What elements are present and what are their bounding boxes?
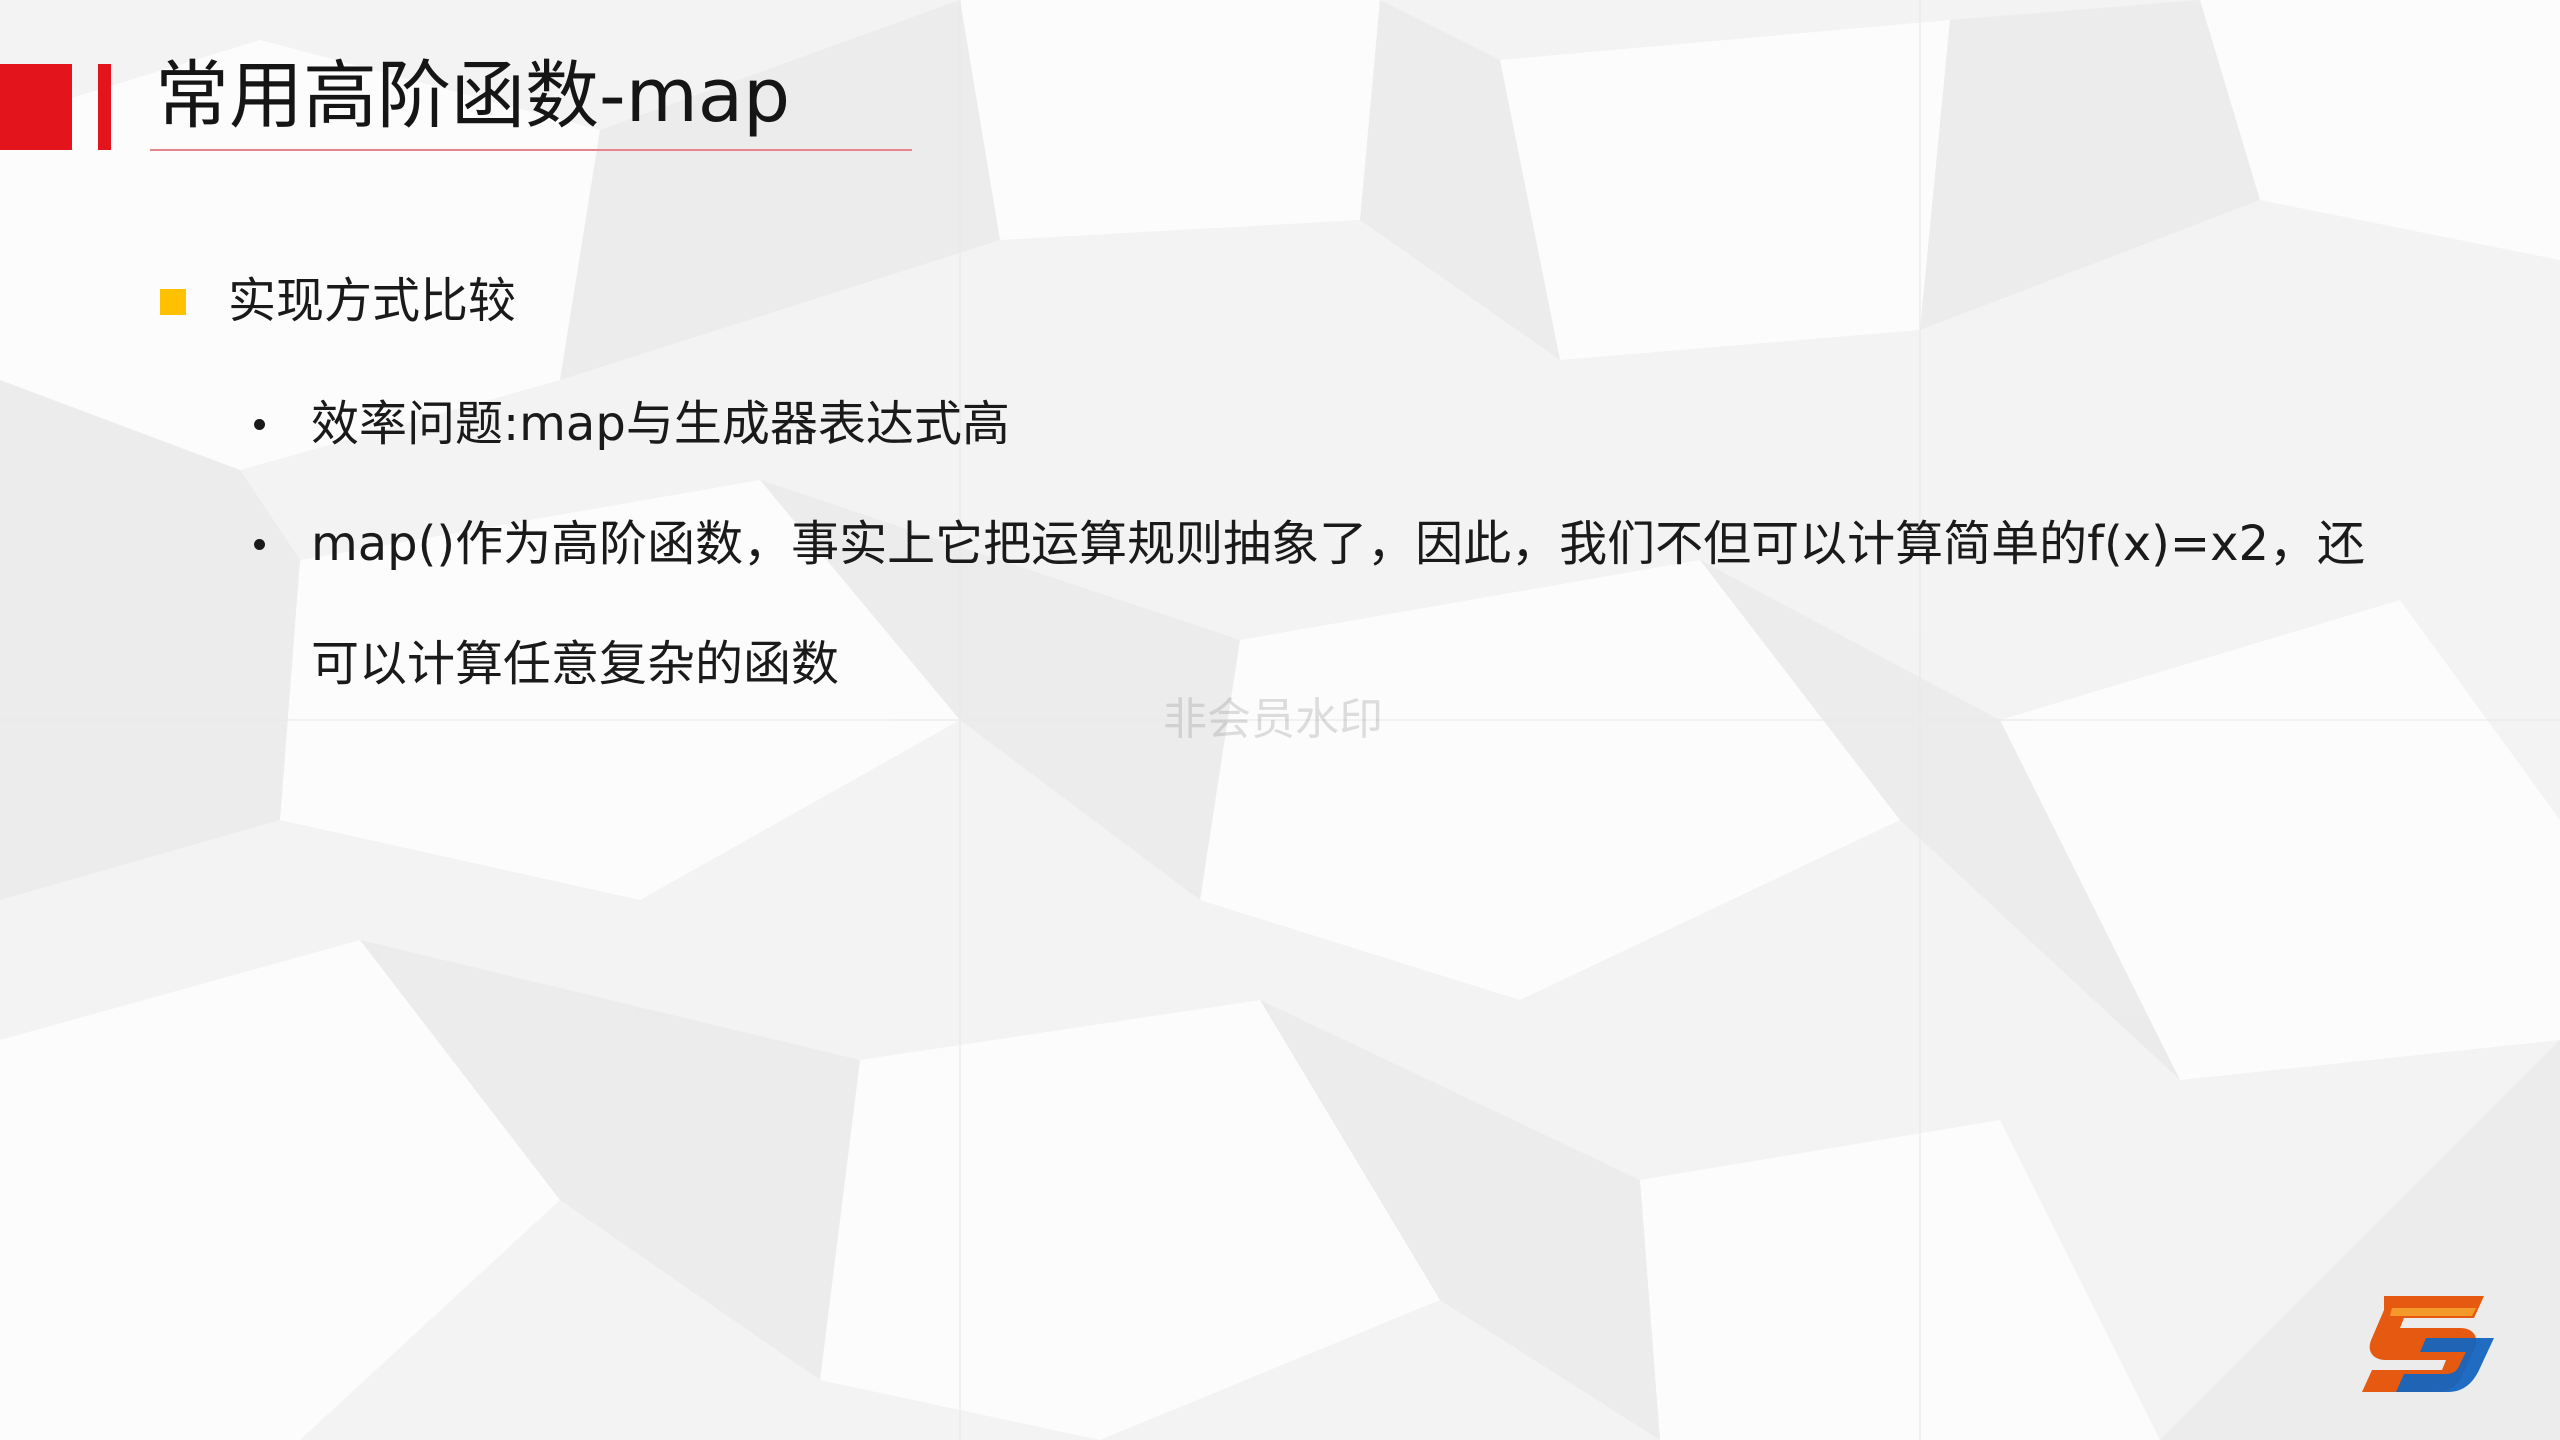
s-logo-icon [2362, 1296, 2494, 1392]
section-bullet-square-icon [160, 289, 186, 315]
bullet-item-abstraction: map()作为高阶函数，事实上它把运算规则抽象了，因此，我们不但可以计算简单的f… [311, 516, 2366, 692]
slide: 常用高阶函数-map 实现方式比较 效率问题:map与生成器表达式高 map()… [0, 0, 2560, 1440]
title-accent-bar [98, 64, 111, 150]
slide-title: 常用高阶函数-map [155, 53, 791, 139]
section-heading: 实现方式比较 [228, 273, 517, 329]
title-accent-block [0, 64, 72, 150]
bullet-dot-icon [254, 419, 265, 430]
bullet-item-efficiency: 效率问题:map与生成器表达式高 [311, 396, 1010, 452]
watermark: 非会员水印 [1163, 694, 1383, 745]
title-underline [150, 149, 912, 151]
bullet-dot-icon [254, 539, 265, 550]
